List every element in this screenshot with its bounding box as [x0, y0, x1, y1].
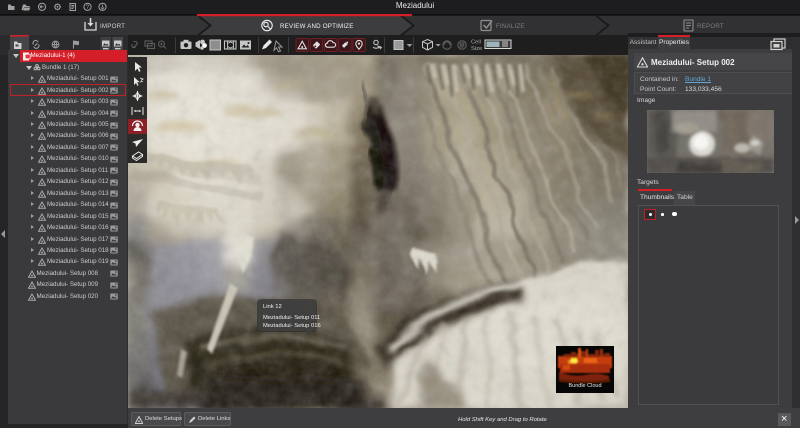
svg-text:REVIEW AND OPTIMIZE: REVIEW AND OPTIMIZE: [280, 23, 354, 30]
svg-text:Cell: Cell: [471, 40, 481, 46]
svg-text:IMPORT: IMPORT: [100, 23, 125, 30]
svg-text:Size: Size: [471, 46, 482, 52]
svg-text:M: M: [460, 43, 465, 49]
svg-text:FINALIZE: FINALIZE: [496, 23, 525, 30]
svg-text:REPORT: REPORT: [697, 23, 724, 30]
